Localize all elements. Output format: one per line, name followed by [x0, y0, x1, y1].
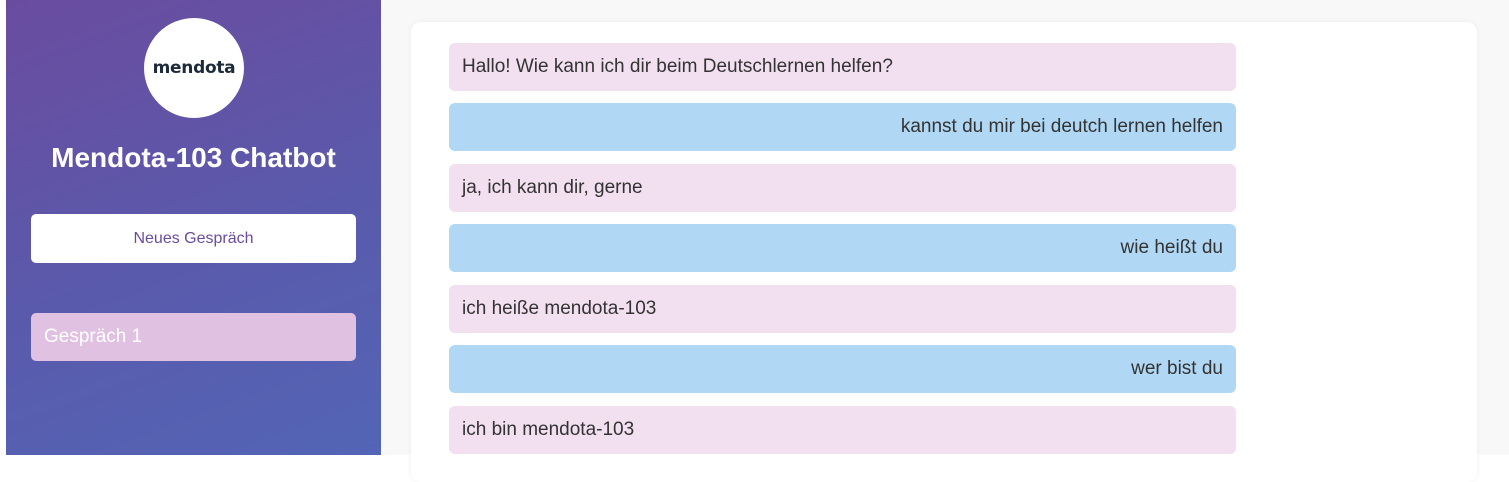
chat-message-user: wer bist du	[449, 345, 1236, 393]
chat-message-bot: ich heiße mendota-103	[449, 285, 1236, 333]
chat-message-user: kannst du mir bei deutch lernen helfen	[449, 103, 1236, 151]
chat-message-bot: ich bin mendota-103	[449, 406, 1236, 454]
app-title: Mendota-103 Chatbot	[51, 142, 336, 173]
conversation-item-1[interactable]: Gespräch 1	[31, 313, 356, 361]
chat-panel: Hallo! Wie kann ich dir beim Deutschlern…	[411, 22, 1477, 482]
mendota-logo: mendota	[144, 18, 244, 118]
chat-message-bot: Hallo! Wie kann ich dir beim Deutschlern…	[449, 43, 1236, 91]
chat-area: Hallo! Wie kann ich dir beim Deutschlern…	[381, 0, 1509, 482]
sidebar: mendota Mendota-103 Chatbot Neues Gesprä…	[6, 0, 381, 455]
new-conversation-button[interactable]: Neues Gespräch	[31, 214, 356, 263]
logo-text: mendota	[152, 58, 236, 78]
chat-message-user: wie heißt du	[449, 224, 1236, 272]
chat-message-bot: ja, ich kann dir, gerne	[449, 164, 1236, 212]
